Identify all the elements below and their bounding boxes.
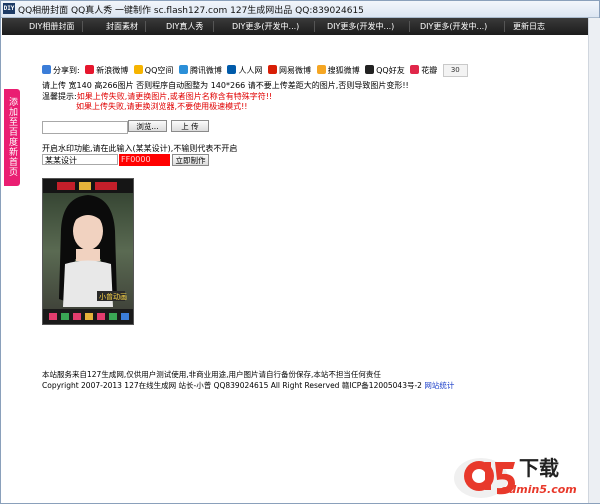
qzone-icon <box>133 64 143 74</box>
nav-item-changelog[interactable]: 更新日志 <box>513 18 545 35</box>
copyright-line: Copyright 2007-2013 127在线生成网 站长-小曾 QQ839… <box>42 380 454 391</box>
nav-separator <box>409 21 410 32</box>
watermark-prompt: 开启水印功能,请在此输入(某某设计),不输则代表不开启 <box>42 144 238 153</box>
add-to-baidu-label: 添加至百度新首页 <box>7 97 17 177</box>
add-to-baidu-tab[interactable]: 添加至百度新首页 <box>4 89 20 186</box>
nav-item-diy-more-1[interactable]: DIY更多(开发中...) <box>232 18 299 35</box>
tip-label: 温馨提示: <box>42 92 77 101</box>
cover-preview: 小曾动画 <box>42 178 134 325</box>
upload-size-notice: 请上传 宽140 高266图片 否则程序自动图整为 140*266 请不要上传差… <box>42 81 409 90</box>
site-stats-link[interactable]: 网站统计 <box>424 381 454 390</box>
vertical-scrollbar[interactable] <box>588 18 600 503</box>
nav-item-diy-album-cover[interactable]: DIY相册封面 <box>29 18 74 35</box>
preview-caption: 小曾动画 <box>99 293 127 301</box>
nav-item-diy-more-3[interactable]: DIY更多(开发中...) <box>420 18 487 35</box>
upload-button[interactable]: 上 传 <box>171 120 209 132</box>
share-bar: 分享到: 新浪微博 QQ空间 腾讯微博 人人网 网易微博 搜狐微博 QQ好友 花… <box>42 64 468 77</box>
nav-separator <box>314 21 315 32</box>
brand-domain: admin5.com <box>501 483 577 496</box>
admin5-watermark: 下载 admin5.com <box>453 444 593 500</box>
renren-icon <box>227 64 237 74</box>
tencent-weibo-icon <box>178 64 188 74</box>
nav-separator <box>145 21 146 32</box>
share-icon <box>42 64 51 74</box>
disclaimer-text: 本站服务来自127生成网,仅供用户测试使用,非商业用途,用户图片请自行备份保存,… <box>42 370 381 379</box>
tip-text-2: 如果上传失败,请更换浏览器,不要使用极速模式!! <box>76 102 248 111</box>
share-renren[interactable]: 人人网 <box>227 64 262 77</box>
window-title: QQ相册封面 QQ真人秀 一键制作 sc.flash127.com 127生成网… <box>18 6 364 16</box>
browse-button[interactable]: 浏览... <box>128 120 167 132</box>
app-window: DIY QQ相册封面 QQ真人秀 一键制作 sc.flash127.com 12… <box>0 0 600 504</box>
share-qq-friends[interactable]: QQ好友 <box>365 64 405 77</box>
netease-weibo-icon <box>268 64 278 74</box>
nav-item-cover-materials[interactable]: 封面素材 <box>106 18 138 35</box>
sina-weibo-icon <box>85 64 95 74</box>
huaban-icon <box>410 64 420 74</box>
share-count: 30 <box>442 64 468 77</box>
share-sina-weibo[interactable]: 新浪微博 <box>85 64 128 77</box>
share-label: 分享到: <box>42 64 80 77</box>
share-netease-weibo[interactable]: 网易微博 <box>268 64 311 77</box>
nav-separator <box>504 21 505 32</box>
share-sohu-weibo[interactable]: 搜狐微博 <box>316 64 360 77</box>
nav-item-diy-more-2[interactable]: DIY更多(开发中...) <box>327 18 394 35</box>
preview-photo <box>43 179 133 324</box>
make-now-button[interactable]: 立即制作 <box>172 154 209 166</box>
tip-text-1: 如果上传失败,请更换图片,或者图片名称含有特殊字符!! <box>76 92 273 101</box>
nav-separator <box>213 21 214 32</box>
sohu-weibo-icon <box>316 64 326 74</box>
nav-separator <box>82 21 83 32</box>
file-path-field[interactable] <box>42 121 128 134</box>
watermark-text-input[interactable]: 某某设计 <box>42 154 118 165</box>
share-tencent-weibo[interactable]: 腾讯微博 <box>178 64 222 77</box>
brand-tagline: 下载 <box>519 456 559 480</box>
nav-bar: DIY相册封面 封面素材 DIY真人秀 DIY更多(开发中...) DIY更多(… <box>2 18 588 35</box>
nav-item-diy-real-show[interactable]: DIY真人秀 <box>166 18 203 35</box>
share-qzone[interactable]: QQ空间 <box>133 64 173 77</box>
title-bar[interactable]: DIY QQ相册封面 QQ真人秀 一键制作 sc.flash127.com 12… <box>1 1 599 18</box>
app-icon: DIY <box>3 3 15 14</box>
copyright-text: Copyright 2007-2013 127在线生成网 站长-小曾 QQ839… <box>42 381 422 390</box>
watermark-color-input[interactable]: FF0000 <box>119 154 170 166</box>
share-huaban[interactable]: 花瓣 <box>410 64 437 77</box>
qq-penguin-icon <box>365 64 375 74</box>
